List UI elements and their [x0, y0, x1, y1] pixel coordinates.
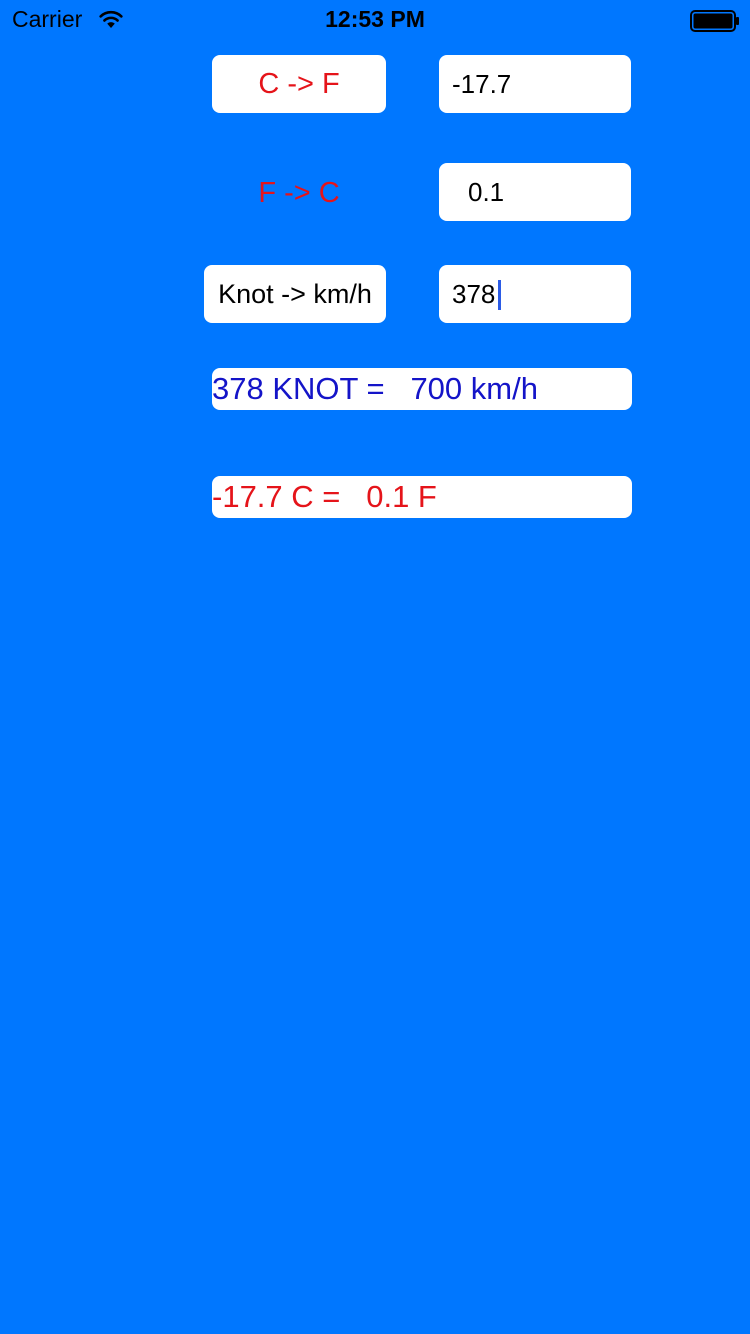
status-bar: Carrier 12:53 PM — [0, 0, 750, 40]
knot-result-label: 378 KNOT = 700 km/h — [212, 368, 632, 410]
f-to-c-button[interactable]: F -> C — [212, 164, 386, 222]
c-to-f-button[interactable]: C -> F — [212, 55, 386, 113]
battery-icon — [690, 10, 739, 32]
celsius-input[interactable] — [439, 55, 631, 113]
status-time: 12:53 PM — [325, 6, 425, 32]
fahrenheit-input[interactable] — [439, 163, 631, 221]
knot-input[interactable] — [439, 265, 631, 323]
screen: Carrier 12:53 PM C -> F F -> C Knot -> k… — [0, 0, 750, 1334]
temperature-result-label: -17.7 C = 0.1 F — [212, 476, 632, 518]
knot-to-kmh-button[interactable]: Knot -> km/h — [204, 265, 386, 323]
